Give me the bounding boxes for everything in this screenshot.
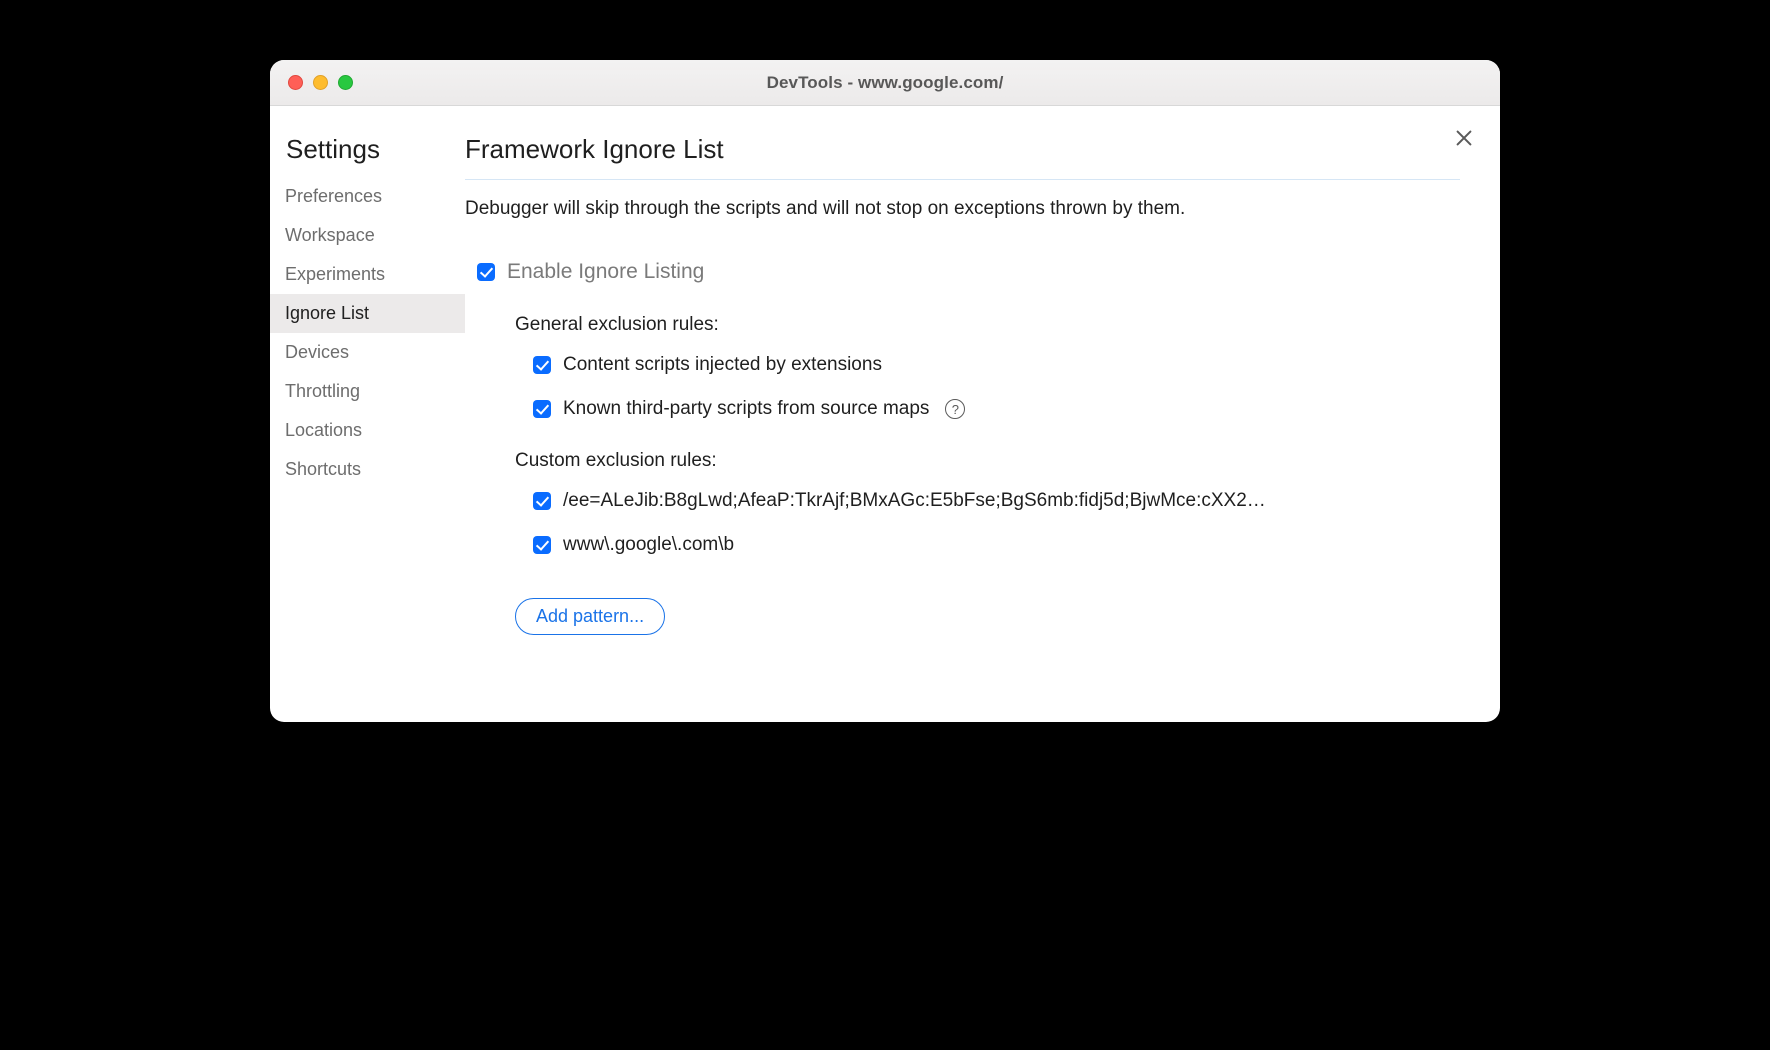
sidebar-item-label: Throttling [285, 381, 360, 401]
window-maximize-button[interactable] [338, 75, 353, 90]
custom-rule-row: www\.google\.com\b [533, 534, 1460, 556]
general-rule-label: Known third-party scripts from source ma… [563, 398, 929, 420]
general-rule-label: Content scripts injected by extensions [563, 354, 882, 376]
window-title: DevTools - www.google.com/ [270, 73, 1500, 93]
devtools-window: DevTools - www.google.com/ Settings Pref… [270, 60, 1500, 722]
sidebar-item-experiments[interactable]: Experiments [270, 255, 465, 294]
custom-rule-checkbox[interactable] [533, 492, 551, 510]
close-settings-button[interactable] [1450, 124, 1478, 152]
sidebar-item-preferences[interactable]: Preferences [270, 177, 465, 216]
sidebar-item-label: Preferences [285, 186, 382, 206]
general-rule-row: Known third-party scripts from source ma… [533, 398, 1460, 420]
settings-heading: Settings [270, 134, 465, 177]
sidebar-item-label: Experiments [285, 264, 385, 284]
sidebar-item-devices[interactable]: Devices [270, 333, 465, 372]
sidebar-item-workspace[interactable]: Workspace [270, 216, 465, 255]
custom-rule-row: /ee=ALeJib:B8gLwd;AfeaP:TkrAjf;BMxAGc:E5… [533, 490, 1460, 512]
close-icon [1453, 127, 1475, 149]
window-minimize-button[interactable] [313, 75, 328, 90]
enable-ignore-listing-checkbox[interactable] [477, 263, 495, 281]
custom-rule-checkbox[interactable] [533, 536, 551, 554]
traffic-lights [288, 75, 353, 90]
sidebar-item-label: Devices [285, 342, 349, 362]
sidebar-item-locations[interactable]: Locations [270, 411, 465, 450]
sidebar-item-shortcuts[interactable]: Shortcuts [270, 450, 465, 489]
settings-main: Framework Ignore List Debugger will skip… [465, 106, 1500, 722]
sidebar-item-ignore-list[interactable]: Ignore List [270, 294, 465, 333]
page-description: Debugger will skip through the scripts a… [465, 198, 1460, 220]
custom-rule-label: www\.google\.com\b [563, 534, 734, 556]
add-pattern-button[interactable]: Add pattern... [515, 598, 665, 635]
sidebar-item-throttling[interactable]: Throttling [270, 372, 465, 411]
sidebar-item-label: Ignore List [285, 303, 369, 323]
general-rule-row: Content scripts injected by extensions [533, 354, 1460, 376]
page-title: Framework Ignore List [465, 134, 1460, 180]
general-rule-checkbox[interactable] [533, 400, 551, 418]
custom-exclusion-header: Custom exclusion rules: [515, 450, 1460, 472]
enable-ignore-listing-row: Enable Ignore Listing [477, 260, 1460, 284]
sidebar-item-label: Locations [285, 420, 362, 440]
custom-rule-label: /ee=ALeJib:B8gLwd;AfeaP:TkrAjf;BMxAGc:E5… [563, 490, 1266, 512]
general-exclusion-header: General exclusion rules: [515, 314, 1460, 336]
sidebar-item-label: Workspace [285, 225, 375, 245]
titlebar: DevTools - www.google.com/ [270, 60, 1500, 106]
window-close-button[interactable] [288, 75, 303, 90]
sidebar-item-label: Shortcuts [285, 459, 361, 479]
settings-sidebar: Settings Preferences Workspace Experiments… [270, 106, 465, 722]
content-area: Settings Preferences Workspace Experiments… [270, 106, 1500, 722]
enable-ignore-listing-label: Enable Ignore Listing [507, 260, 704, 284]
help-icon[interactable]: ? [945, 399, 965, 419]
general-rule-checkbox[interactable] [533, 356, 551, 374]
